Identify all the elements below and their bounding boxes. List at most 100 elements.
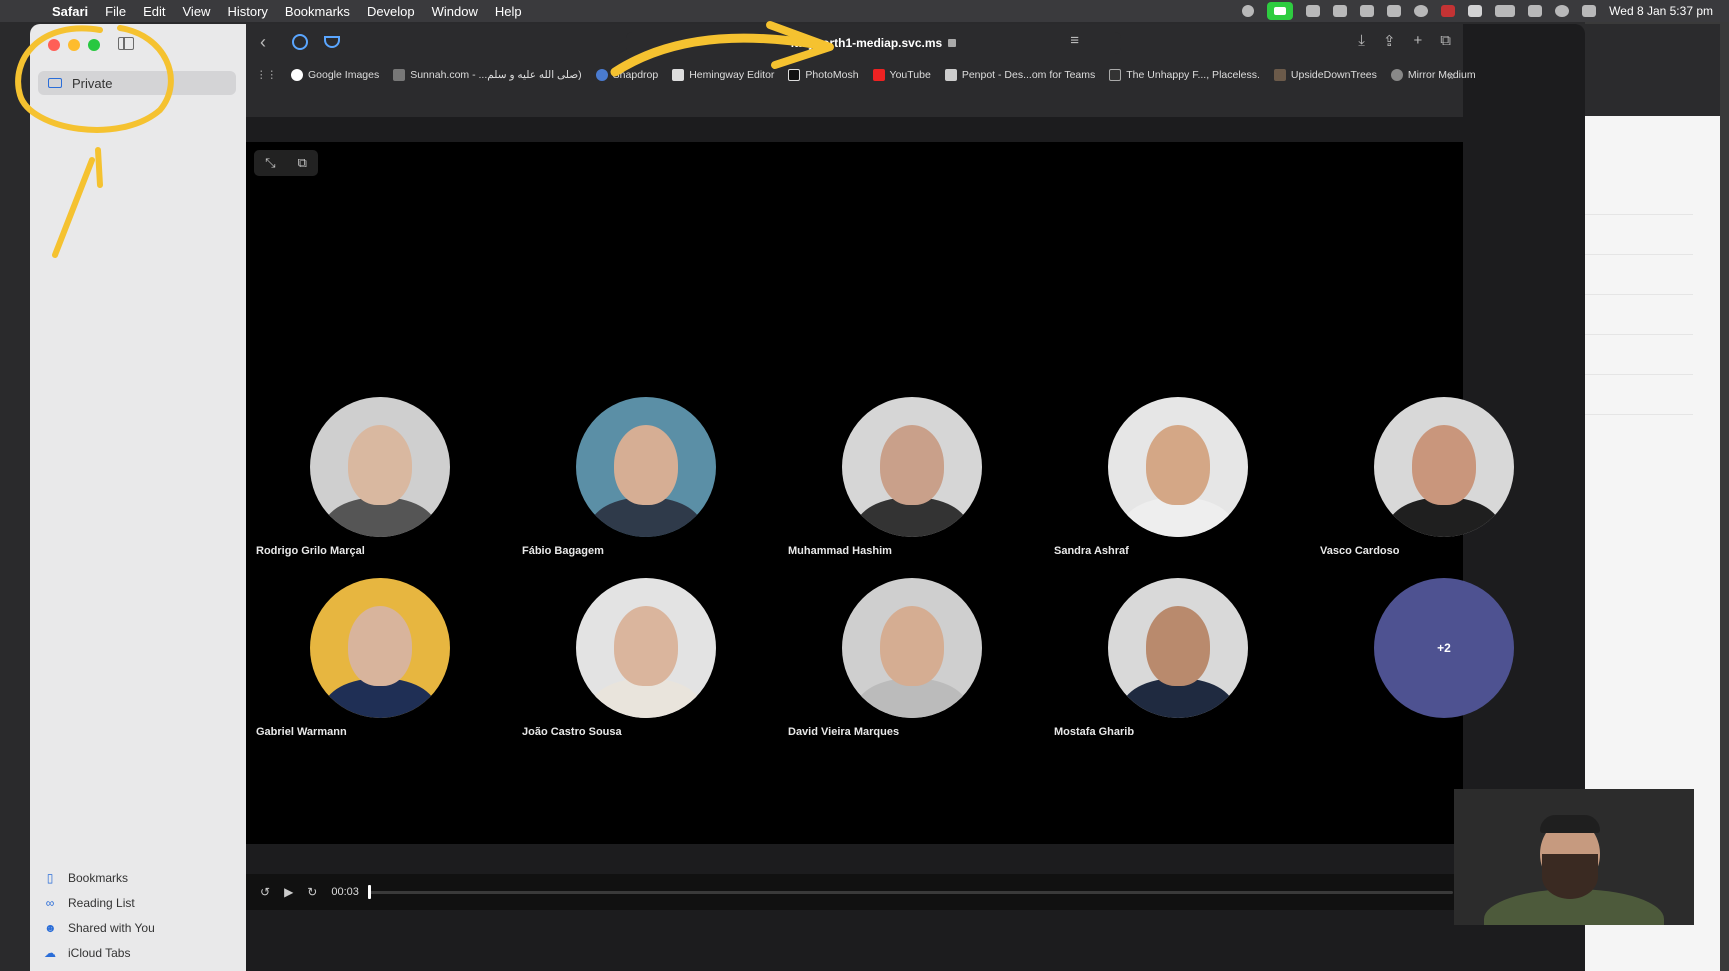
webcam-hat [1540,815,1600,833]
facetime-icon[interactable] [1267,2,1294,20]
menu-file[interactable]: File [105,4,126,19]
unhappy-icon [1109,69,1122,81]
participant-tile: Vasco Cardoso [1320,397,1560,557]
tab-overview-icon[interactable]: ⧉ [1440,32,1451,50]
picture-in-picture-icon[interactable]: ⧉ [298,155,307,171]
safari-window: Private ▯ Bookmarks ∞ Reading List ☻ Shared… [30,24,1585,971]
address-bar[interactable]: italynorth1-mediap.svc.ms [626,32,1121,54]
toolbar-actions: ≡ ⤓ ⇪ + ⧉ [1070,32,1451,50]
url-text: italynorth1-mediap.svc.ms [790,36,943,50]
control-center-icon[interactable] [1582,5,1597,17]
snapdrop-icon [595,69,608,81]
participant-avatar [310,578,450,718]
sidebar-item-label: Private [72,75,113,91]
participant-tile: Muhammad Hashim [788,397,1028,557]
lock-icon [948,39,957,47]
bookmark-item[interactable]: UpsideDownTrees [1273,69,1377,81]
record-icon[interactable] [1242,5,1255,17]
sidebar-link-label: Reading List [68,895,135,910]
share-icon[interactable]: ⇪ [1383,32,1396,50]
rewind-icon[interactable]: ↺ [260,885,270,899]
status-icon-3[interactable] [1360,5,1375,17]
page-bottom [246,910,1463,971]
sidebar-link-shared[interactable]: ☻ Shared with You [44,915,155,940]
photomosh-icon [788,69,801,81]
bookmark-label: Mirror Medium [1407,69,1476,81]
bookmark-item[interactable]: Hemingway Editor [672,69,774,81]
participant-avatar [576,397,716,537]
more-participants-badge[interactable]: +2 [1374,578,1514,718]
new-tab-icon[interactable]: + [1414,32,1423,50]
menu-history[interactable]: History [227,4,267,19]
wifi-icon[interactable] [1528,5,1543,17]
status-icon-1[interactable] [1306,5,1321,17]
sunnah-icon [393,69,406,81]
participant-name: Muhammad Hashim [788,545,892,557]
status-icon-4[interactable] [1387,5,1402,17]
bookmark-item[interactable]: The Unhappy F..., Placeless. [1109,69,1260,81]
menu-develop[interactable]: Develop [367,4,415,19]
bookmark-item[interactable]: Sunnah.com - ...صلى الله عليه و سلم) [393,69,582,81]
bookmark-item[interactable]: PhotoMosh [788,69,859,81]
bookmark-label: Sunnah.com - ...صلى الله عليه و سلم) [410,69,582,81]
download-icon[interactable]: ⤓ [1358,32,1365,50]
reader-icon[interactable]: ≡ [1070,32,1079,49]
participant-tile: Mostafa Gharib [1054,578,1294,738]
participant-name: Mostafa Gharib [1054,726,1135,738]
google-icon [291,69,303,81]
progress-handle[interactable] [368,885,371,899]
browser-toolbar: ‹ italynorth1-mediap.svc.ms ≡ ⤓ ⇪ + ⧉ ⋮⋮… [246,24,1476,117]
menu-view[interactable]: View [183,4,211,19]
menu-edit[interactable]: Edit [143,4,165,19]
shield-extension-icon[interactable] [324,36,340,48]
sidebar-toggle-icon[interactable] [118,37,134,50]
sidebar-link-icloud-tabs[interactable]: ☁ iCloud Tabs [44,940,155,965]
menu-help[interactable]: Help [495,4,522,19]
play-status-icon[interactable] [1414,5,1429,17]
zoom-button[interactable] [88,39,100,51]
menu-bookmarks[interactable]: Bookmarks [285,4,350,19]
extension-icon[interactable] [292,34,308,50]
bookmark-item[interactable]: Snapdrop [595,69,658,81]
progress-track[interactable] [368,885,1453,899]
avatar-face [348,606,412,686]
sidebar-item-private[interactable]: Private [38,71,236,95]
back-button[interactable]: ‹ [260,32,266,53]
sidebar-link-bookmarks[interactable]: ▯ Bookmarks [44,865,155,890]
sidebar-link-reading-list[interactable]: ∞ Reading List [44,890,155,915]
status-icon-2[interactable] [1333,5,1348,17]
minimize-button[interactable] [68,39,80,51]
youtube-icon [872,69,885,81]
spotlight-icon[interactable] [1555,5,1570,17]
bookmark-item[interactable]: YouTube [872,69,931,81]
participant-tile: Gabriel Warmann [256,578,496,738]
video-player[interactable]: ⤡ ⧉ Rodrigo Grilo Marçal Fábio Bagagem Muh… [246,142,1514,844]
apps-grid-icon[interactable]: ⋮⋮ [256,69,277,81]
chevron-right-icon[interactable]: » [1448,68,1455,83]
keyboard-input-icon[interactable] [1468,5,1483,17]
more-participants-tile: +2 [1320,578,1560,718]
bookmark-label: PhotoMosh [805,69,859,81]
close-button[interactable] [48,39,60,51]
participant-name: Gabriel Warmann [256,726,347,738]
hemingway-icon [672,69,685,81]
status-icon-red[interactable] [1441,5,1456,17]
webcam-overlay [1454,789,1694,925]
menu-safari[interactable]: Safari [52,4,88,19]
participant-tile: David Vieira Marques [788,578,1028,738]
menu-bar: Safari File Edit View History Bookmarks … [0,0,1729,22]
participant-tile: Sandra Ashraf [1054,397,1294,557]
clock[interactable]: Wed 8 Jan 5:37 pm [1609,4,1713,18]
expand-icon[interactable]: ⤡ [265,155,275,171]
bookmark-item[interactable]: Penpot - Des...om for Teams [944,69,1095,81]
play-icon[interactable]: ▶ [284,885,293,899]
bookmark-item[interactable]: Mirror Medium [1390,69,1476,81]
avatar-face [614,425,678,505]
participant-name: Vasco Cardoso [1320,545,1400,557]
bookmark-item[interactable]: Google Images [291,69,379,81]
forward-icon[interactable]: ↻ [307,885,317,899]
menu-window[interactable]: Window [432,4,478,19]
battery-icon[interactable] [1495,5,1516,17]
status-area: Wed 8 Jan 5:37 pm [1242,0,1713,22]
video-overlay-controls: ⤡ ⧉ [254,150,318,176]
